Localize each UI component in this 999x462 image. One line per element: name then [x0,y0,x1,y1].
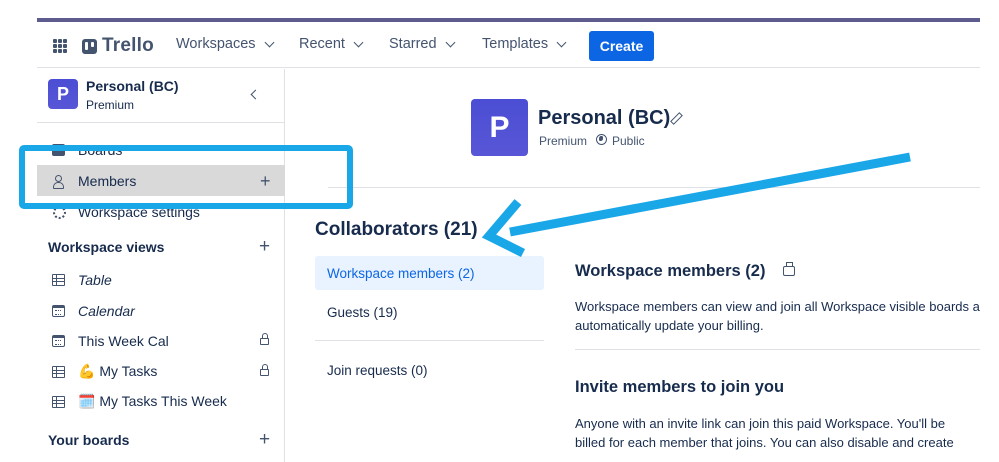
arrow-shaft [509,152,911,237]
annotation-arrow [481,152,911,258]
